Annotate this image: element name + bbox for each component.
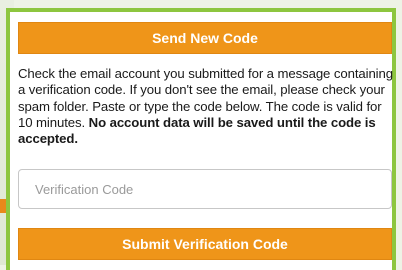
instructions-text: Check the email account you submitted fo… <box>18 66 394 147</box>
submit-verification-code-button[interactable]: Submit Verification Code <box>18 228 392 260</box>
verification-code-input[interactable] <box>18 169 392 209</box>
verification-panel: Send New Code Check the email account yo… <box>6 8 396 270</box>
send-new-code-button[interactable]: Send New Code <box>18 22 392 54</box>
